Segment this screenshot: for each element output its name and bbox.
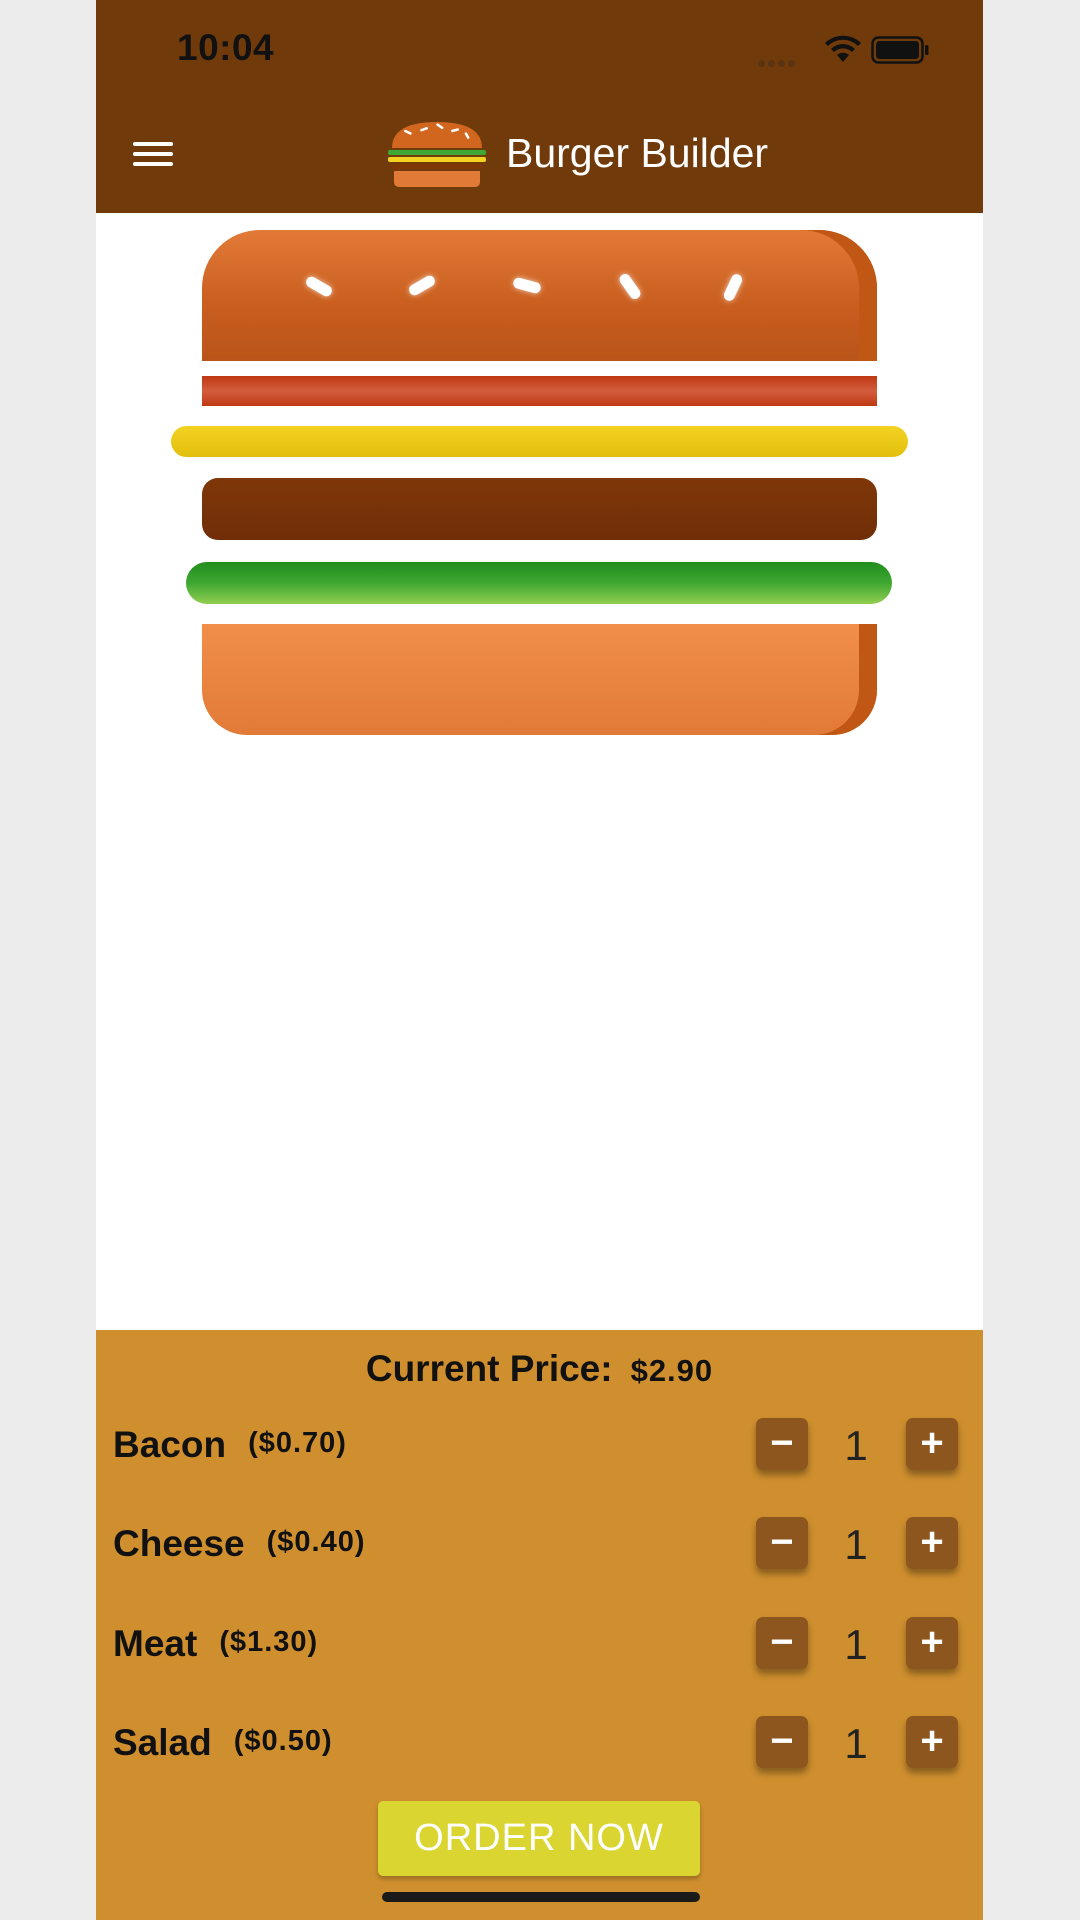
price-value: $2.90 <box>630 1353 714 1388</box>
current-price: Current Price: $2.90 <box>96 1348 983 1390</box>
hamburger-menu-icon <box>133 142 173 146</box>
seed <box>722 272 744 303</box>
ingredient-label: Bacon <box>113 1424 227 1465</box>
bacon-layer <box>202 376 877 406</box>
status-time: 10:04 <box>177 27 275 68</box>
meat-more-button[interactable]: + <box>906 1617 958 1669</box>
salad-less-button[interactable]: − <box>756 1716 808 1768</box>
build-control-cheese: Cheese ($0.40) − 1 + <box>96 1511 983 1571</box>
salad-quantity: 1 <box>844 1720 868 1767</box>
build-control-bacon: Bacon ($0.70) − 1 + <box>96 1412 983 1472</box>
meat-layer <box>202 478 877 540</box>
cellular-signal-icon <box>758 54 798 72</box>
status-icons <box>758 32 929 68</box>
burger-preview <box>96 213 983 1330</box>
app-screen: 10:04 Burger Builder Current Price: $2.9… <box>96 0 983 1920</box>
cheese-less-button[interactable]: − <box>756 1517 808 1569</box>
seed <box>304 274 334 299</box>
app-title: Burger Builder <box>506 130 769 176</box>
bacon-quantity: 1 <box>844 1422 868 1469</box>
bread-top <box>202 230 877 361</box>
toolbar: 10:04 Burger Builder <box>96 0 983 213</box>
ingredient-price: ($0.70) <box>248 1427 347 1459</box>
ingredient-price: ($0.40) <box>266 1526 366 1558</box>
home-indicator <box>382 1892 700 1902</box>
ingredient-price: ($0.50) <box>233 1725 333 1757</box>
salad-more-button[interactable]: + <box>906 1716 958 1768</box>
bacon-more-button[interactable]: + <box>906 1418 958 1470</box>
build-control-meat: Meat ($1.30) − 1 + <box>96 1611 983 1671</box>
wifi-icon <box>825 35 861 62</box>
menu-button[interactable] <box>130 136 176 176</box>
cheese-more-button[interactable]: + <box>906 1517 958 1569</box>
seed <box>617 271 643 302</box>
bread-bottom <box>202 624 877 735</box>
ingredient-label: Meat <box>113 1623 198 1664</box>
meat-quantity: 1 <box>844 1621 868 1668</box>
build-control-salad: Salad ($0.50) − 1 + <box>96 1710 983 1770</box>
cheese-layer <box>171 426 908 457</box>
ingredient-label: Salad <box>113 1722 212 1763</box>
seed <box>407 273 437 298</box>
bacon-less-button[interactable]: − <box>756 1418 808 1470</box>
meat-less-button[interactable]: − <box>756 1617 808 1669</box>
ingredient-label: Cheese <box>113 1523 245 1564</box>
ingredient-price: ($1.30) <box>219 1626 319 1658</box>
order-now-button[interactable]: ORDER NOW <box>378 1801 700 1876</box>
cheese-quantity: 1 <box>844 1521 868 1568</box>
battery-icon <box>871 36 929 64</box>
salad-layer <box>186 562 892 604</box>
seed <box>512 276 542 295</box>
burger-logo-icon <box>388 122 486 187</box>
build-controls: Current Price: $2.90 Bacon ($0.70) − 1 + C… <box>96 1330 983 1920</box>
price-label: Current Price: <box>365 1348 613 1389</box>
